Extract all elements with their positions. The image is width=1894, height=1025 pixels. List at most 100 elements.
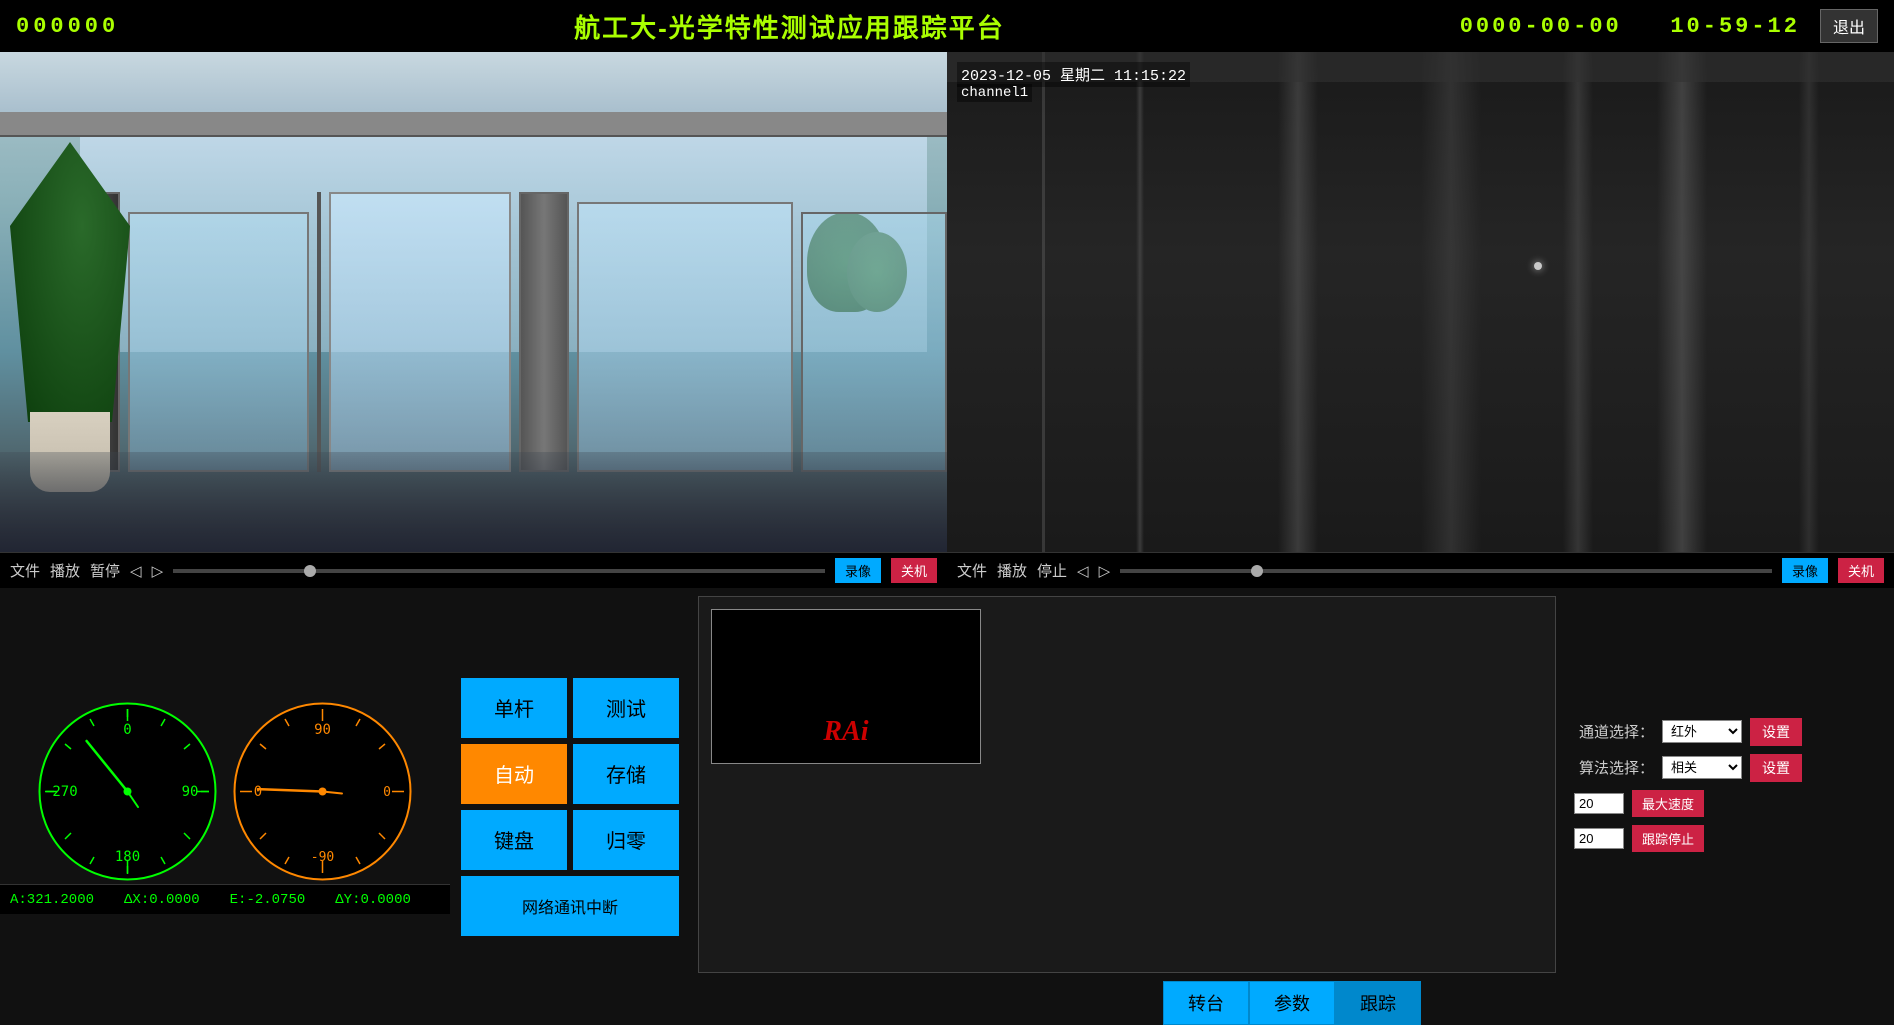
slider-thumb-right (1251, 565, 1263, 577)
track-stop-button[interactable]: 跟踪停止 (1632, 825, 1704, 852)
ctrl-file-right[interactable]: 文件 (957, 560, 987, 581)
svg-text:0: 0 (123, 722, 131, 738)
ctrl-record-left[interactable]: 录像 (835, 558, 881, 583)
ir-stripe-1 (1042, 52, 1045, 552)
door-glass-4 (801, 212, 947, 472)
app-title: 航工大-光学特性测试应用跟踪平台 (574, 8, 1005, 45)
svg-text:270: 270 (52, 784, 77, 800)
ctrl-play-left[interactable]: 播放 (50, 560, 80, 581)
gauges-row: 0 90 180 270 (35, 699, 415, 884)
gauges-area: 0 90 180 270 (0, 588, 450, 1025)
ir-background: 2023-12-05 星期二 11:15:22 channel1 (947, 52, 1894, 552)
network-button[interactable]: 网络通讯中断 (461, 876, 679, 936)
status-dy: ΔY:0.0000 (335, 892, 411, 908)
ir-stripe-3 (1278, 52, 1318, 552)
svg-text:0: 0 (254, 784, 262, 800)
ctrl-record-right[interactable]: 录像 (1782, 558, 1828, 583)
azimuth-gauge-svg: 0 90 180 270 (35, 699, 220, 884)
keyboard-button[interactable]: 键盘 (461, 810, 567, 870)
test-button[interactable]: 测试 (573, 678, 679, 738)
ctrl-shutdown-right[interactable]: 关机 (1838, 558, 1884, 583)
ctrl-play-right[interactable]: 播放 (997, 560, 1027, 581)
input-field-1[interactable] (1574, 793, 1624, 814)
ctrl-slider-left[interactable] (173, 569, 825, 573)
algo-select-row: 算法选择： 相关 设置 (1574, 754, 1884, 782)
save-button[interactable]: 存储 (573, 744, 679, 804)
ir-stripe-5 (1563, 52, 1593, 552)
control-bars: 文件 播放 暂停 ◁ ▷ 录像 关机 文件 播放 停止 ◁ ▷ 录像 关机 (0, 552, 1894, 588)
track-video-inner: RAi (711, 609, 981, 764)
ir-bright-spot (1534, 262, 1542, 270)
ir-stripe-6 (1657, 52, 1707, 552)
ir-stripe-7 (1799, 52, 1819, 552)
algo-set-button[interactable]: 设置 (1750, 754, 1802, 782)
tracking-right-inner: RAi 通道选择： 红外 设置 算法选择： 相关 (690, 588, 1894, 981)
door-glass-3 (577, 202, 794, 472)
single-rod-button[interactable]: 单杆 (461, 678, 567, 738)
channel-select[interactable]: 红外 (1662, 720, 1742, 743)
svg-text:0: 0 (383, 785, 391, 800)
top-bar: 000000 航工大-光学特性测试应用跟踪平台 0000-00-00 10-59… (0, 0, 1894, 52)
exit-button[interactable]: 退出 (1820, 9, 1878, 43)
svg-text:90: 90 (314, 722, 331, 738)
auto-button[interactable]: 自动 (461, 744, 567, 804)
right-control: 通道选择： 红外 设置 算法选择： 相关 设置 最大速 (1564, 588, 1894, 981)
video-channel: channel1 (957, 84, 1032, 102)
svg-text:90: 90 (182, 784, 199, 800)
time-right: 10-59-12 (1670, 14, 1800, 39)
channel-set-button[interactable]: 设置 (1750, 718, 1802, 746)
input-row-1: 最大速度 (1574, 790, 1884, 817)
door-glass-2 (329, 192, 510, 472)
door-frame-2 (519, 192, 569, 472)
status-e: E:-2.0750 (230, 892, 306, 908)
ctrl-file-left[interactable]: 文件 (10, 560, 40, 581)
turntable-button[interactable]: 转台 (1163, 981, 1249, 1025)
ir-stripe-2 (1136, 52, 1144, 552)
ctrl-slider-right[interactable] (1120, 569, 1772, 573)
status-dx: ΔX:0.0000 (124, 892, 200, 908)
algo-select[interactable]: 相关 (1662, 756, 1742, 779)
ctrl-pause-left[interactable]: 暂停 (90, 560, 120, 581)
rai-label: RAi (823, 716, 868, 748)
ctrl-shutdown-left[interactable]: 关机 (891, 558, 937, 583)
big-track-panel: RAi (698, 596, 1556, 973)
input-row-2: 跟踪停止 (1574, 825, 1884, 852)
door-glass-1 (128, 212, 309, 472)
btn-row-4: 网络通讯中断 (461, 876, 679, 936)
btn-row-3: 键盘 归零 (461, 810, 679, 870)
reset-button[interactable]: 归零 (573, 810, 679, 870)
tracking-right-wrap: RAi 通道选择： 红外 设置 算法选择： 相关 (690, 588, 1894, 1025)
status-a: A:321.2000 (10, 892, 94, 908)
params-button[interactable]: 参数 (1249, 981, 1335, 1025)
channel-label: 通道选择： (1574, 721, 1654, 742)
channel-select-row: 通道选择： 红外 设置 (1574, 718, 1884, 746)
bottom-action-buttons: 转台 参数 跟踪 (690, 981, 1894, 1025)
track-button[interactable]: 跟踪 (1335, 981, 1421, 1025)
datetime-display: 0000-00-00 10-59-12 (1460, 14, 1800, 39)
btn-row-1: 单杆 测试 (461, 678, 679, 738)
svg-text:180: 180 (115, 849, 140, 865)
ctrl-next-left[interactable]: ▷ (152, 562, 164, 580)
system-id-left: 000000 (16, 14, 119, 39)
btn-row-2: 自动 存储 (461, 744, 679, 804)
control-buttons: 单杆 测试 自动 存储 键盘 归零 网络通讯中断 (450, 588, 690, 1025)
elevation-gauge: 90 0 -90 0 (230, 699, 415, 884)
ctrl-bar-right: 文件 播放 停止 ◁ ▷ 录像 关机 (947, 552, 1894, 588)
video-area: 2023-12-05 星期二 11:15:22 channel1 (0, 52, 1894, 552)
video-panel-right: 2023-12-05 星期二 11:15:22 channel1 (947, 52, 1894, 552)
ctrl-prev-left[interactable]: ◁ (130, 562, 142, 580)
date-left: 0000-00-00 (1460, 14, 1622, 39)
ctrl-next-right[interactable]: ▷ (1099, 562, 1111, 580)
svg-text:-90: -90 (311, 850, 334, 865)
ctrl-stop-right[interactable]: 停止 (1037, 560, 1067, 581)
air-duct (0, 112, 947, 137)
max-speed-button[interactable]: 最大速度 (1632, 790, 1704, 817)
azimuth-gauge: 0 90 180 270 (35, 699, 220, 884)
ctrl-prev-right[interactable]: ◁ (1077, 562, 1089, 580)
input-field-2[interactable] (1574, 828, 1624, 849)
door-area (60, 172, 947, 472)
status-bar: A:321.2000 ΔX:0.0000 E:-2.0750 ΔY:0.0000 (0, 884, 450, 914)
plant-foliage (10, 142, 130, 422)
video-panel-left (0, 52, 947, 552)
ctrl-bar-left: 文件 播放 暂停 ◁ ▷ 录像 关机 (0, 552, 947, 588)
